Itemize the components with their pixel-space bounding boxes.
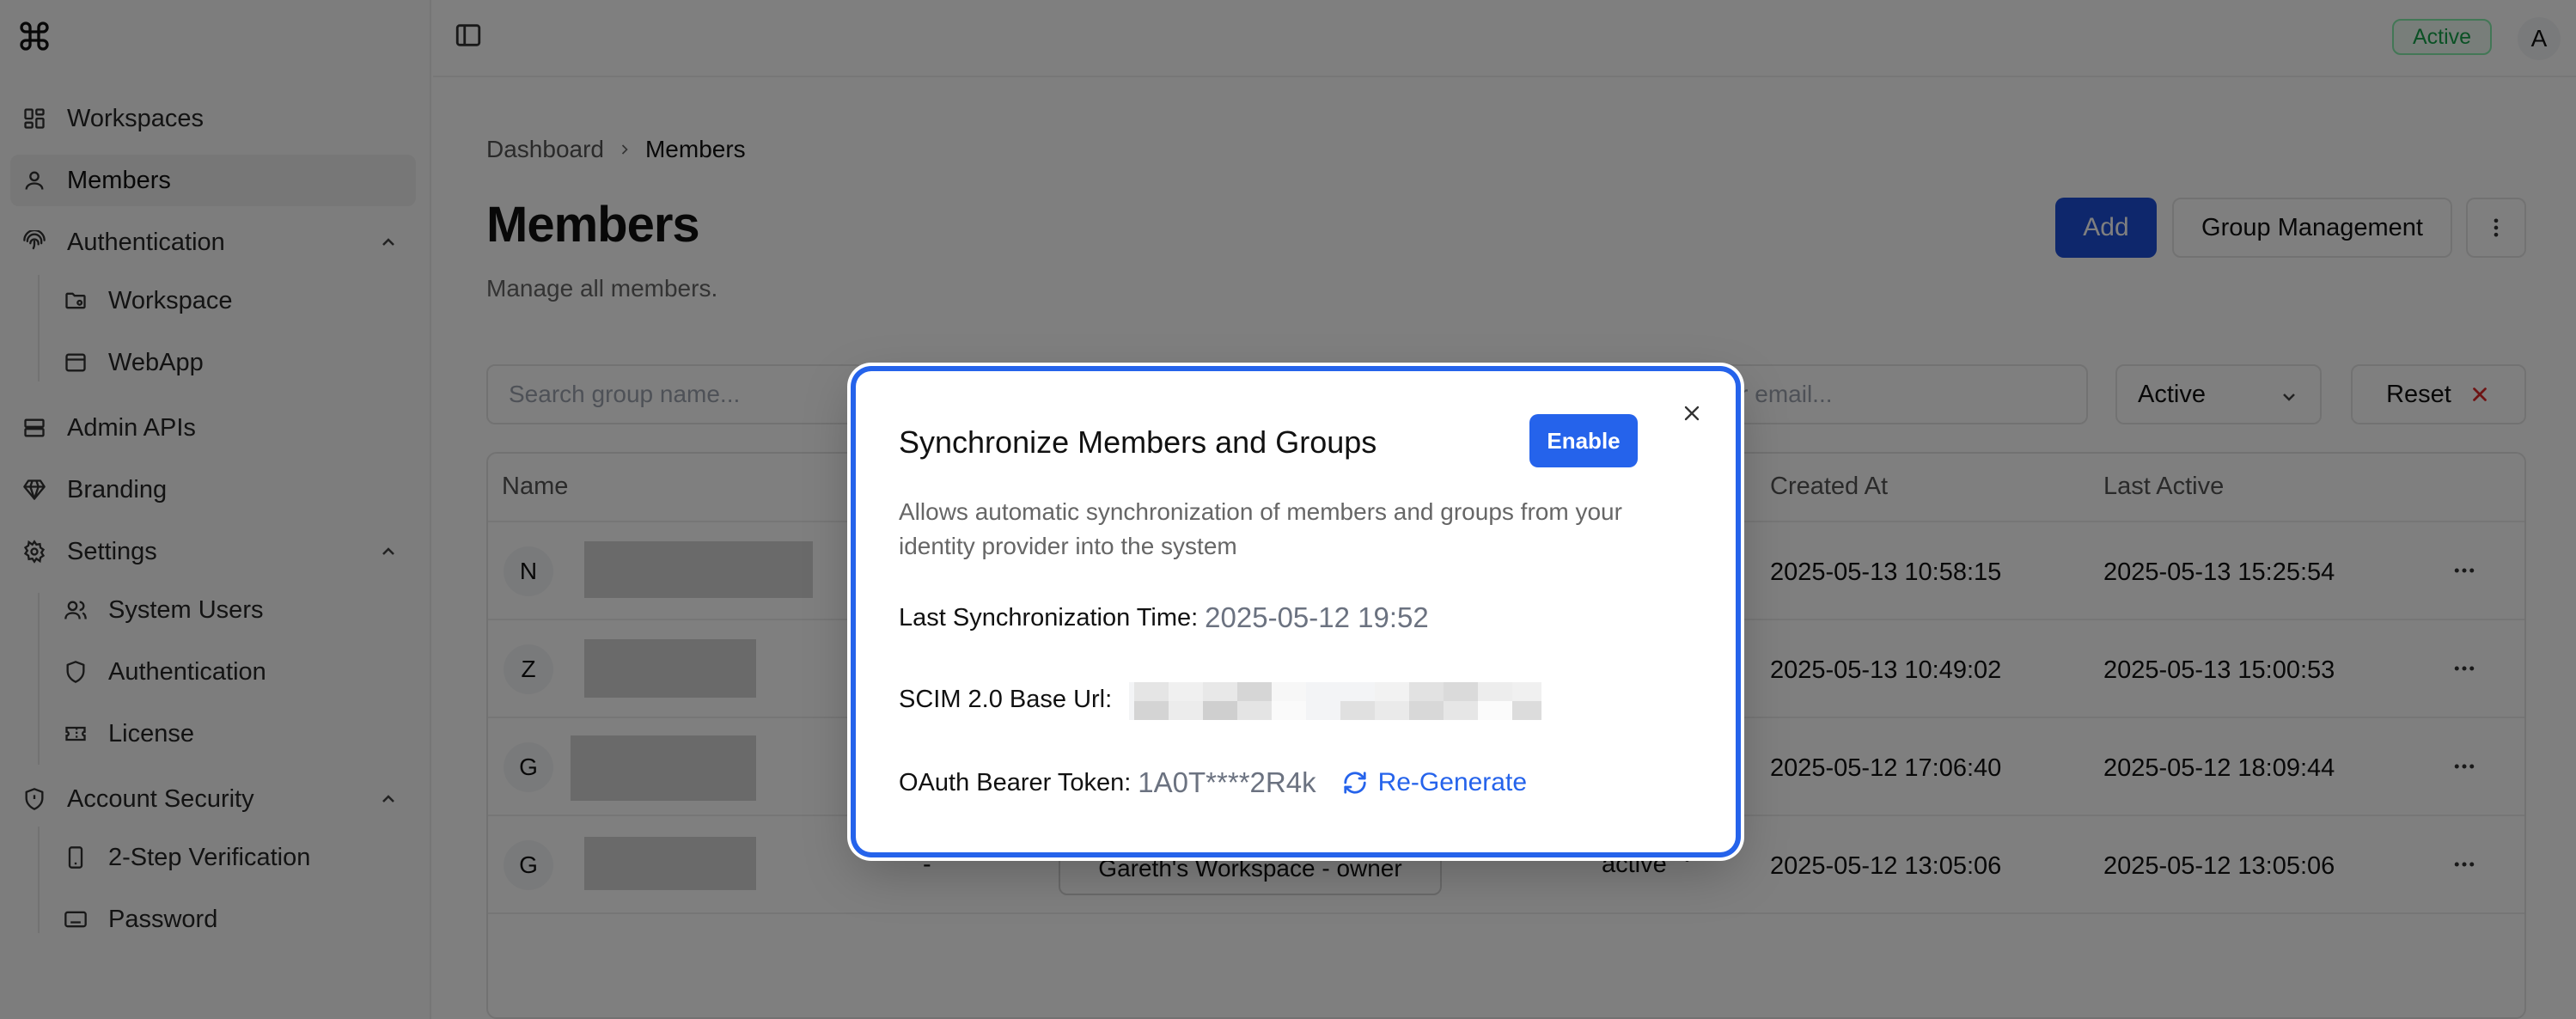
dialog-description: Allows automatic synchronization of memb… — [899, 498, 1622, 559]
sync-dialog: Synchronize Members and Groups Enable Al… — [856, 371, 1736, 852]
bearer-token-row: OAuth Bearer Token: 1A0T****2R4k Re-Gene… — [899, 766, 1527, 799]
scim-url-label: SCIM 2.0 Base Url: — [899, 686, 1113, 713]
regenerate-label: Re-Generate — [1377, 768, 1528, 796]
redacted-scim-url — [1129, 682, 1541, 720]
last-sync-row: Last Synchronization Time: 2025-05-12 19… — [899, 601, 1429, 634]
regenerate-link[interactable]: Re-Generate — [1342, 768, 1527, 797]
refresh-icon — [1343, 772, 1366, 794]
dialog-title: Synchronize Members and Groups — [899, 424, 1377, 460]
bearer-token-value: 1A0T****2R4k — [1138, 766, 1316, 798]
enable-button[interactable]: Enable — [1529, 414, 1638, 467]
last-sync-value: 2025-05-12 19:52 — [1205, 601, 1429, 633]
bearer-token-label: OAuth Bearer Token: — [899, 768, 1132, 796]
last-sync-label: Last Synchronization Time: — [899, 603, 1199, 632]
close-dialog-button[interactable] — [1677, 399, 1706, 428]
scim-url-row: SCIM 2.0 Base Url: — [899, 686, 1112, 714]
close-icon — [1684, 406, 1700, 421]
